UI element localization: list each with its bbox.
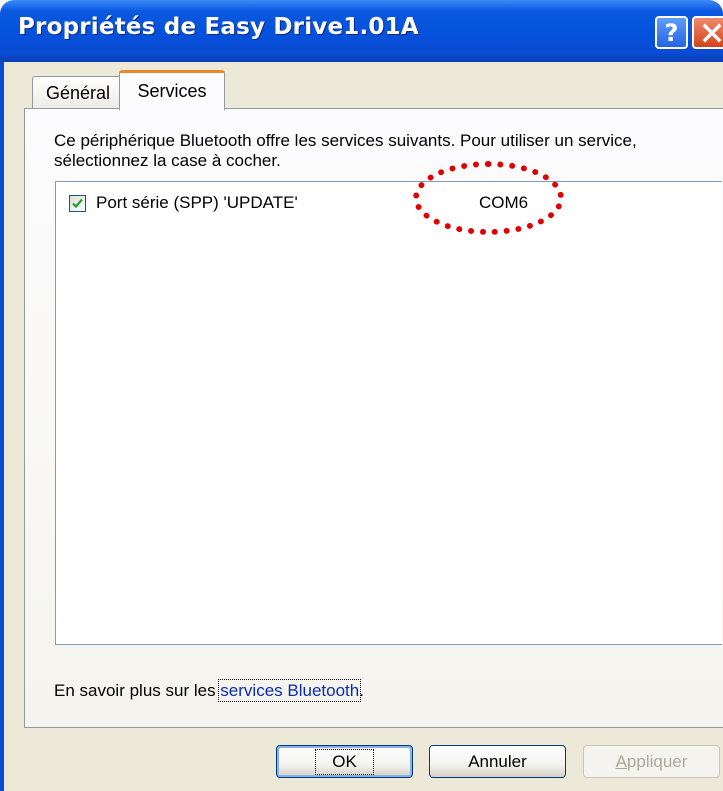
apply-button-label: Appliquer: [616, 752, 688, 772]
apply-mnemonic: A: [615, 751, 627, 771]
apply-button[interactable]: Appliquer: [583, 745, 720, 778]
ok-button-label: OK: [315, 748, 374, 775]
close-button[interactable]: [692, 16, 723, 49]
help-button[interactable]: ?: [655, 16, 688, 49]
service-checkbox[interactable]: [69, 194, 86, 212]
title-bar: Propriétés de Easy Drive1.01A ?: [0, 0, 723, 62]
tab-general-label: Général: [45, 82, 111, 103]
learn-more-text: En savoir plus sur les services Bluetoot…: [54, 679, 364, 702]
close-icon: [702, 23, 722, 42]
list-item[interactable]: Port série (SPP) 'UPDATE' COM6: [69, 190, 709, 216]
services-list[interactable]: Port série (SPP) 'UPDATE' COM6: [55, 181, 722, 645]
tab-general[interactable]: Général: [32, 76, 124, 109]
bluetooth-services-link[interactable]: services Bluetooth: [218, 679, 362, 702]
tab-services[interactable]: Services: [119, 70, 225, 110]
service-name: Port série (SPP) 'UPDATE': [96, 193, 298, 212]
tab-services-label: Services: [137, 81, 207, 101]
window-title: Propriétés de Easy Drive1.01A: [18, 14, 419, 40]
ok-button[interactable]: OK: [276, 745, 413, 778]
services-description: Ce périphérique Bluetooth offre les serv…: [54, 131, 637, 170]
apply-rest: ppliquer: [626, 751, 688, 771]
annotation-circle: [413, 161, 564, 235]
cancel-button-label: Annuler: [468, 751, 527, 771]
learn-more-suffix: .: [359, 681, 364, 700]
check-icon: [72, 198, 83, 208]
help-icon: ?: [664, 18, 679, 47]
learn-more-prefix: En savoir plus sur les: [54, 681, 221, 700]
cancel-button[interactable]: Annuler: [429, 745, 566, 778]
